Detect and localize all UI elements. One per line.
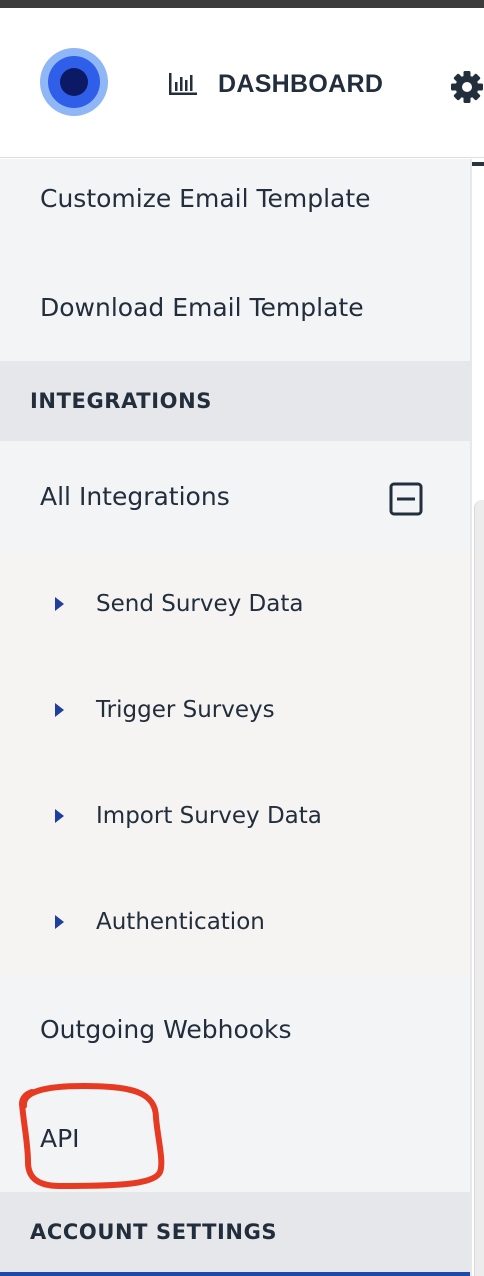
caret-right-icon xyxy=(55,915,64,929)
sidebar-item-label: Outgoing Webhooks xyxy=(40,1014,292,1044)
submenu-item-trigger-surveys[interactable]: Trigger Surveys xyxy=(0,657,470,763)
top-header: DASHBOARD xyxy=(0,8,484,166)
submenu-item-import-survey-data[interactable]: Import Survey Data xyxy=(0,763,470,869)
window-top-bar xyxy=(0,0,484,8)
dashboard-nav-link[interactable]: DASHBOARD xyxy=(168,64,383,104)
sidebar-item-label: All Integrations xyxy=(40,481,230,511)
gear-icon xyxy=(451,71,483,103)
submenu-item-authentication[interactable]: Authentication xyxy=(0,869,470,975)
section-title: ACCOUNT SETTINGS xyxy=(30,1220,278,1244)
scrollbar[interactable] xyxy=(474,500,484,1276)
collapse-minus-icon[interactable] xyxy=(389,482,423,516)
sidebar-item-customize-email-template[interactable]: Customize Email Template xyxy=(0,159,470,252)
section-header-account-settings: ACCOUNT SETTINGS xyxy=(0,1192,470,1272)
active-section-indicator xyxy=(0,1272,470,1276)
sidebar-border xyxy=(470,159,472,1276)
annotation-circle xyxy=(19,1083,165,1189)
dashboard-label: DASHBOARD xyxy=(218,69,384,98)
logo-icon[interactable] xyxy=(40,48,108,116)
submenu-item-label: Import Survey Data xyxy=(96,803,322,829)
sidebar-item-outgoing-webhooks[interactable]: Outgoing Webhooks xyxy=(0,975,470,1083)
settings-nav-button[interactable] xyxy=(450,70,484,104)
sidebar-item-label: Download Email Template xyxy=(40,292,364,322)
integrations-submenu: Send Survey Data Trigger Surveys Import … xyxy=(0,551,470,976)
submenu-item-label: Authentication xyxy=(96,909,265,935)
submenu-item-label: Send Survey Data xyxy=(96,591,304,617)
caret-right-icon xyxy=(55,703,64,717)
submenu-item-send-survey-data[interactable]: Send Survey Data xyxy=(0,551,470,657)
section-header-integrations: INTEGRATIONS xyxy=(0,361,470,441)
sidebar-item-download-email-template[interactable]: Download Email Template xyxy=(0,253,470,361)
caret-right-icon xyxy=(55,597,64,611)
caret-right-icon xyxy=(55,809,64,823)
submenu-item-label: Trigger Surveys xyxy=(96,697,275,723)
bar-chart-icon xyxy=(169,73,197,95)
section-title: INTEGRATIONS xyxy=(30,389,212,413)
sidebar-item-label: Customize Email Template xyxy=(40,183,371,213)
